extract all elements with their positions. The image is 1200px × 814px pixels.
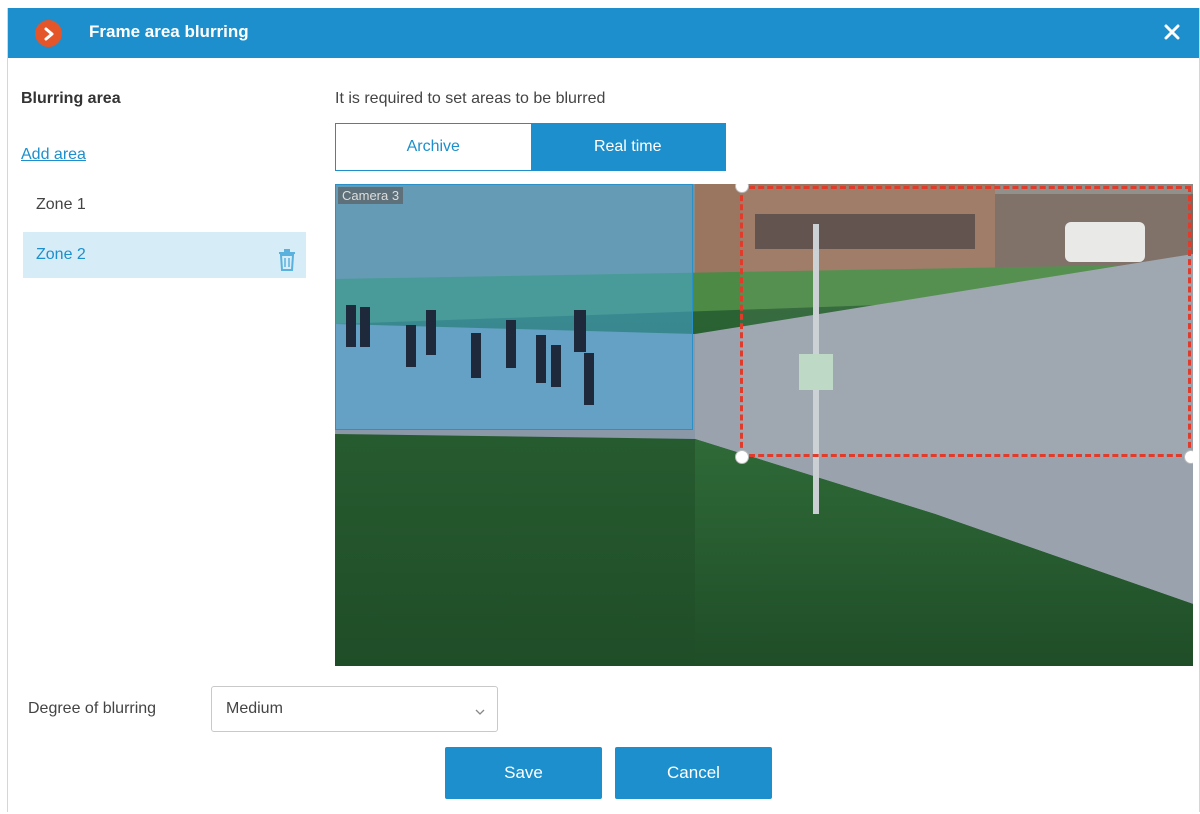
resize-handle[interactable] bbox=[735, 450, 749, 464]
zone-label: Zone 2 bbox=[36, 246, 86, 263]
close-icon[interactable] bbox=[1159, 19, 1185, 45]
resize-handle[interactable] bbox=[1184, 450, 1193, 464]
camera-preview[interactable]: Camera 3 bbox=[335, 184, 1193, 666]
title-bar: Frame area blurring bbox=[8, 8, 1199, 58]
zone-label: Zone 1 bbox=[36, 196, 86, 213]
chevron-right-icon bbox=[35, 20, 62, 47]
mode-switch: Archive Real time bbox=[335, 123, 726, 171]
blurring-dialog: Frame area blurring Blurring area Add ar… bbox=[7, 8, 1200, 812]
tab-archive[interactable]: Archive bbox=[336, 124, 531, 170]
required-hint: It is required to set areas to be blurre… bbox=[335, 90, 606, 107]
tab-real-time[interactable]: Real time bbox=[530, 124, 725, 170]
pedestrians bbox=[346, 305, 594, 405]
add-area-link[interactable]: Add area bbox=[21, 146, 86, 164]
degree-of-blurring-select[interactable]: Medium bbox=[211, 686, 498, 732]
zone-list-item-selected[interactable]: Zone 2 bbox=[23, 232, 306, 278]
save-button[interactable]: Save bbox=[445, 747, 602, 799]
degree-of-blurring-label: Degree of blurring bbox=[28, 700, 157, 717]
camera-label: Camera 3 bbox=[338, 187, 404, 204]
blur-zone-1[interactable]: Camera 3 bbox=[335, 184, 693, 430]
blurring-area-heading: Blurring area bbox=[21, 90, 121, 107]
dialog-title: Frame area blurring bbox=[89, 22, 249, 41]
cancel-button[interactable]: Cancel bbox=[615, 747, 772, 799]
selected-degree: Medium bbox=[226, 700, 283, 717]
trash-icon[interactable] bbox=[278, 244, 296, 271]
blur-zone-2[interactable] bbox=[740, 186, 1191, 457]
zone-list-item[interactable]: Zone 1 bbox=[23, 182, 306, 228]
chevron-down-icon bbox=[475, 704, 485, 722]
